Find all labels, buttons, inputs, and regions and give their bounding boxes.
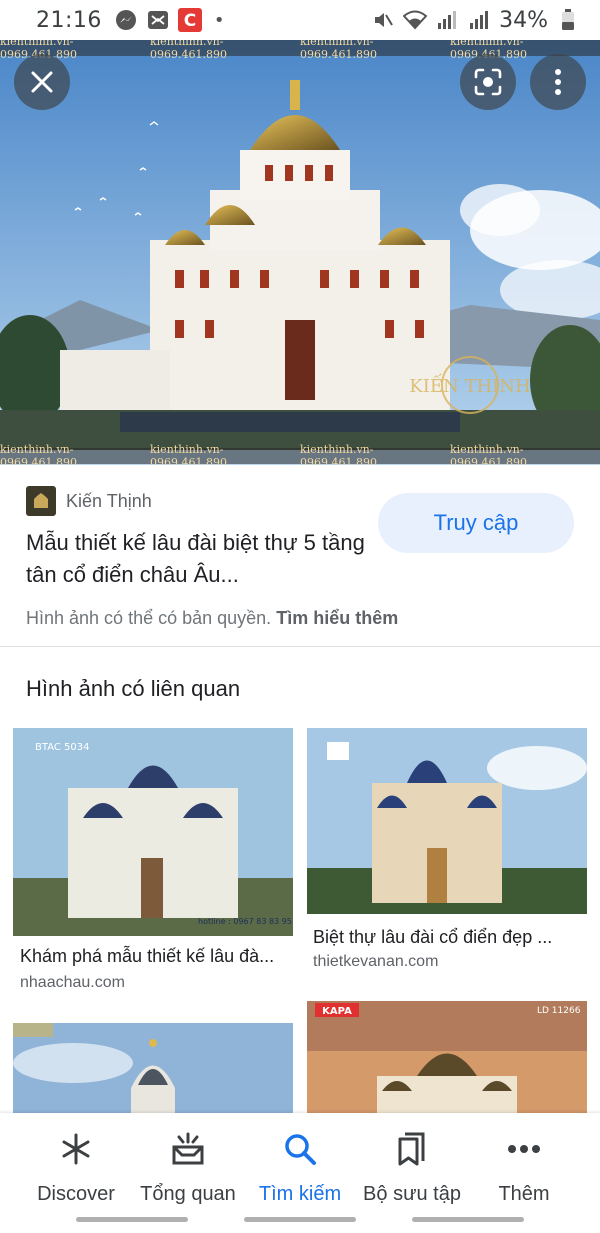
nav-collections[interactable]: Bộ sưu tập bbox=[356, 1113, 468, 1213]
gesture-bar-left bbox=[76, 1217, 188, 1222]
app-c-icon: C bbox=[177, 8, 202, 32]
close-button[interactable] bbox=[14, 54, 70, 110]
svg-text:KAPA: KAPA bbox=[322, 1006, 352, 1017]
visit-button[interactable]: Truy cập bbox=[378, 493, 574, 553]
lens-button[interactable] bbox=[460, 54, 516, 110]
nav-label: Tổng quan bbox=[140, 1183, 236, 1205]
messenger-icon bbox=[114, 8, 138, 32]
nav-discover[interactable]: Discover bbox=[20, 1113, 132, 1213]
svg-text:hotline : 0967 83 83 95: hotline : 0967 83 83 95 bbox=[198, 917, 292, 926]
more-notifications-dot: • bbox=[213, 9, 225, 31]
nav-label: Thêm bbox=[498, 1183, 550, 1205]
lens-icon bbox=[474, 68, 502, 96]
svg-text:BTAC 5034: BTAC 5034 bbox=[35, 742, 89, 753]
asterisk-icon bbox=[56, 1129, 96, 1169]
related-thumbnail[interactable] bbox=[307, 728, 587, 914]
related-thumbnail[interactable] bbox=[13, 1023, 293, 1115]
battery-percent: 34% bbox=[499, 7, 548, 33]
nav-label: Discover bbox=[37, 1183, 115, 1205]
related-site[interactable]: thietkevanan.com bbox=[313, 953, 438, 971]
related-thumbnail[interactable]: KAPA LD 11266 bbox=[307, 1001, 587, 1115]
gallery-icon bbox=[146, 8, 170, 32]
system-icons: 34% bbox=[371, 8, 580, 33]
source-info: Kiến Thịnh Mẫu thiết kế lâu đài biệt thự… bbox=[0, 465, 600, 647]
nav-more[interactable]: Thêm bbox=[468, 1113, 580, 1213]
more-horiz-icon bbox=[504, 1129, 544, 1169]
learn-more-link[interactable]: Tìm hiểu thêm bbox=[276, 608, 398, 628]
watermark-bottom: kienthinh.vn-0969.461.890 kienthinh.vn-0… bbox=[0, 443, 600, 465]
related-site[interactable]: nhaachau.com bbox=[20, 974, 125, 992]
svg-text:KIẾN THỊNH: KIẾN THỊNH bbox=[409, 372, 530, 397]
gesture-bar-center bbox=[244, 1217, 356, 1222]
castle-thumbnail-image: BTAC 5034 hotline : 0967 83 83 95 bbox=[13, 728, 293, 936]
wifi-icon bbox=[403, 8, 428, 32]
castle-logo-icon bbox=[34, 493, 48, 508]
bottom-nav: Discover Tổng quan Tìm kiếm Bộ sưu tập T… bbox=[0, 1113, 600, 1233]
related-heading: Hình ảnh có liên quan bbox=[26, 676, 241, 701]
related-thumbnail[interactable]: BTAC 5034 hotline : 0967 83 83 95 bbox=[13, 728, 293, 936]
page-title[interactable]: Mẫu thiết kế lâu đài biệt thự 5 tầng tân… bbox=[26, 527, 366, 591]
mute-icon bbox=[371, 8, 395, 32]
castle-thumbnail-image: KAPA LD 11266 bbox=[307, 1001, 587, 1115]
castle-thumbnail-image bbox=[13, 1023, 293, 1115]
castle-thumbnail-image bbox=[307, 728, 587, 914]
svg-text:LD 11266: LD 11266 bbox=[537, 1006, 581, 1016]
close-icon bbox=[31, 71, 53, 93]
more-options-button[interactable] bbox=[530, 54, 586, 110]
battery-icon bbox=[556, 8, 580, 32]
signal-icon bbox=[435, 8, 459, 32]
site-favicon bbox=[26, 486, 56, 516]
castle-illustration: KIẾN THỊNH bbox=[0, 40, 600, 465]
related-title[interactable]: Biệt thự lâu đài cổ điển đẹp ... bbox=[313, 927, 552, 948]
nav-search[interactable]: Tìm kiếm bbox=[244, 1113, 356, 1213]
site-name[interactable]: Kiến Thịnh bbox=[66, 491, 152, 512]
watermark-top: kienthinh.vn-0969.461.890 kienthinh.vn-0… bbox=[0, 40, 600, 61]
svg-text:C: C bbox=[184, 11, 196, 31]
copyright-notice: Hình ảnh có thể có bản quyền. Tìm hiểu t… bbox=[26, 608, 399, 628]
nav-label: Tìm kiếm bbox=[258, 1183, 342, 1205]
collections-icon bbox=[392, 1129, 432, 1169]
status-bar: 21:16 C • 34% bbox=[0, 0, 600, 40]
gesture-bar-right bbox=[412, 1217, 524, 1222]
signal-icon bbox=[467, 8, 491, 32]
status-time: 21:16 bbox=[36, 7, 102, 33]
updates-icon bbox=[168, 1129, 208, 1169]
notification-icons: C • bbox=[114, 8, 225, 32]
nav-label: Bộ sưu tập bbox=[363, 1183, 461, 1205]
hero-image[interactable]: KIẾN THỊNH kienthinh.vn-0969.461.890 kie… bbox=[0, 40, 600, 465]
more-vert-icon bbox=[555, 69, 561, 95]
nav-updates[interactable]: Tổng quan bbox=[132, 1113, 244, 1213]
search-icon bbox=[280, 1129, 320, 1169]
related-title[interactable]: Khám phá mẫu thiết kế lâu đà... bbox=[20, 946, 274, 967]
